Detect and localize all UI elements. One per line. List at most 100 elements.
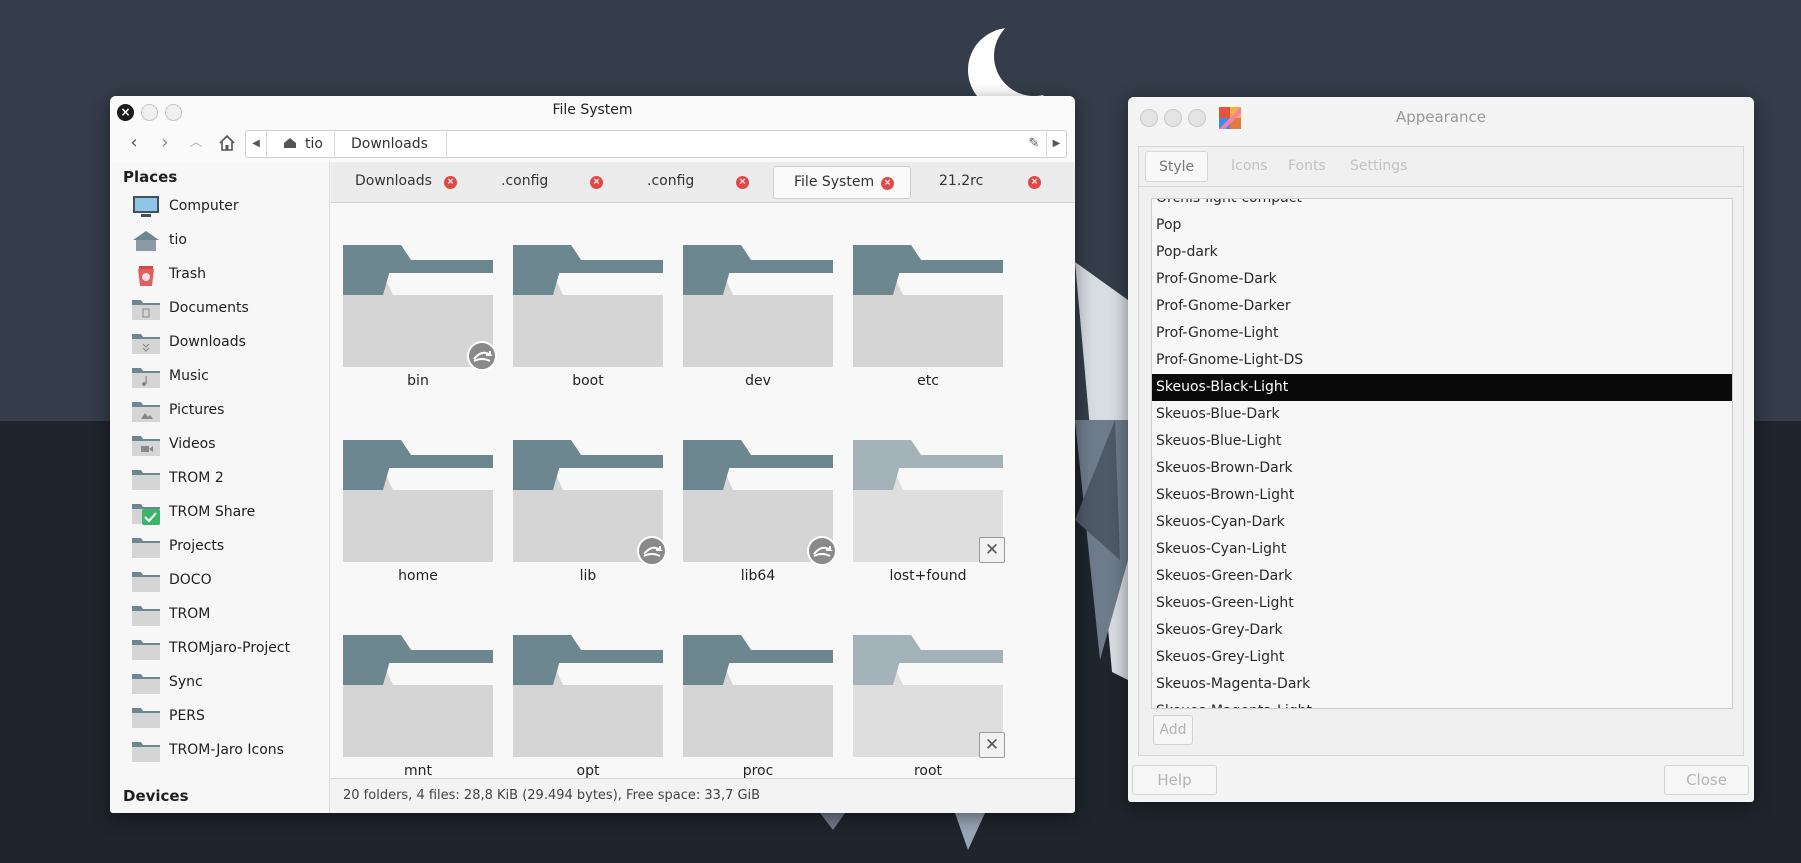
theme-item[interactable]: Skeuos-Magenta-Light — [1152, 698, 1732, 708]
theme-item[interactable]: Skeuos-Magenta-Dark — [1152, 671, 1732, 698]
sidebar-item-downloads[interactable]: Downloads — [132, 329, 328, 359]
sidebar-item-documents[interactable]: Documents — [132, 295, 328, 325]
theme-item[interactable]: Skeuos-Blue-Light — [1152, 428, 1732, 455]
tab-close-icon[interactable]: × — [444, 176, 457, 189]
tab-config-1[interactable]: .config × — [481, 166, 619, 199]
sidebar-item-pers[interactable]: PERS — [132, 703, 328, 733]
theme-item[interactable]: Orchis-light-compact — [1152, 199, 1732, 212]
tab-close-icon[interactable]: × — [590, 176, 603, 189]
folder-mnt[interactable]: mnt — [343, 635, 493, 778]
folder-lib[interactable]: lib — [513, 440, 667, 600]
up-arrow-icon[interactable]: ︿ — [183, 130, 209, 156]
theme-list[interactable]: Orchis-light-compact Pop Pop-dark Prof-Gnom… — [1151, 198, 1733, 709]
sidebar-item-computer[interactable]: Computer — [132, 193, 328, 223]
edit-path-icon[interactable]: ✎ — [1024, 131, 1044, 157]
folder-label: mnt — [404, 763, 432, 778]
folder-label: lib64 — [740, 568, 776, 584]
folder-icon — [132, 637, 160, 661]
folder-root[interactable]: ✕ root — [853, 635, 1005, 778]
folder-videos-icon — [132, 433, 160, 457]
sidebar-item-trom-jaro-icons[interactable]: TROM-Jaro Icons — [132, 737, 328, 767]
theme-item[interactable]: Skeuos-Grey-Light — [1152, 644, 1732, 671]
home-icon[interactable] — [214, 130, 240, 156]
tab-icons[interactable]: Icons — [1218, 151, 1281, 182]
theme-item[interactable]: Skeuos-Brown-Light — [1152, 482, 1732, 509]
sidebar-item-sync[interactable]: Sync — [132, 669, 328, 699]
sidebar-item-label: tio — [169, 232, 187, 248]
folder-documents-icon — [132, 297, 160, 321]
tab-file-system-3[interactable]: File System × — [773, 166, 911, 199]
add-theme-button[interactable]: Add — [1153, 715, 1193, 745]
theme-item[interactable]: Prof-Gnome-Darker — [1152, 293, 1732, 320]
sidebar-item-trom-2[interactable]: TROM 2 — [132, 465, 328, 495]
theme-item[interactable]: Prof-Gnome-Light — [1152, 320, 1732, 347]
path-segment-home[interactable]: tio — [266, 131, 339, 157]
theme-item[interactable]: Skeuos-Brown-Dark — [1152, 455, 1732, 482]
theme-item[interactable]: Pop-dark — [1152, 239, 1732, 266]
sidebar-item-label: Sync — [169, 674, 203, 690]
sidebar: Places Computer tio Trash Documents Download… — [110, 162, 330, 813]
folder-icon — [683, 245, 833, 367]
theme-item[interactable]: Skeuos-Green-Light — [1152, 590, 1732, 617]
sidebar-item-trom[interactable]: TROM — [132, 601, 328, 631]
theme-item[interactable]: Prof-Gnome-Dark — [1152, 266, 1732, 293]
tab-downloads-0[interactable]: Downloads × — [335, 166, 473, 199]
folder-downloads-icon — [132, 331, 160, 355]
path-bar: ◀ tio Downloads ✎ ▶ — [245, 130, 1067, 158]
folder-bin[interactable]: bin — [343, 245, 497, 405]
theme-item[interactable]: Pop — [1152, 212, 1732, 239]
sidebar-item-label: TROM — [169, 606, 211, 622]
sidebar-item-label: PERS — [169, 708, 205, 724]
theme-item[interactable]: Skeuos-Blue-Dark — [1152, 401, 1732, 428]
help-button[interactable]: Help — [1132, 765, 1217, 795]
theme-item[interactable]: Skeuos-Cyan-Dark — [1152, 509, 1732, 536]
folder-proc[interactable]: proc — [683, 635, 833, 778]
theme-item[interactable]: Skeuos-Black-Light — [1152, 374, 1732, 401]
theme-item[interactable]: Skeuos-Grey-Dark — [1152, 617, 1732, 644]
tab-close-icon[interactable]: × — [1028, 176, 1041, 189]
sidebar-item-label: Computer — [169, 198, 239, 214]
sidebar-item-trom-share[interactable]: TROM Share — [132, 499, 328, 529]
tab-21-2rc-4[interactable]: 21.2rc × — [919, 166, 1057, 199]
appearance-tab-bar: Style Icons Fonts Settings — [1139, 147, 1743, 187]
folder-etc[interactable]: etc — [853, 245, 1003, 405]
tab-fonts[interactable]: Fonts — [1275, 151, 1339, 182]
folder-label: etc — [917, 373, 939, 389]
folder-lib64[interactable]: lib64 — [683, 440, 837, 600]
folder-icon — [132, 705, 160, 729]
folder-label: home — [398, 568, 438, 584]
tab-bar: Downloads × .config × .config × File System × 21… — [331, 162, 1075, 203]
folder-icon — [132, 569, 160, 593]
folder-opt[interactable]: opt — [513, 635, 663, 778]
folder-label: root — [913, 763, 943, 778]
folder-icon — [132, 535, 160, 559]
folder-lost-found[interactable]: ✕ lost+found — [853, 440, 1005, 600]
tab-config-2[interactable]: .config × — [627, 166, 765, 199]
theme-item[interactable]: Prof-Gnome-Light-DS — [1152, 347, 1732, 374]
folder-dev[interactable]: dev — [683, 245, 833, 405]
path-segment-downloads[interactable]: Downloads — [334, 131, 447, 157]
sidebar-item-tromjaro-project[interactable]: TROMjaro-Project — [132, 635, 328, 665]
path-scroll-right-icon[interactable]: ▶ — [1046, 131, 1066, 157]
close-button[interactable]: Close — [1664, 765, 1749, 795]
path-scroll-left-icon[interactable]: ◀ — [246, 131, 266, 157]
tab-style[interactable]: Style — [1145, 151, 1209, 182]
sidebar-item-projects[interactable]: Projects — [132, 533, 328, 563]
folder-icon — [513, 635, 663, 757]
tab-settings[interactable]: Settings — [1337, 151, 1420, 182]
tab-close-icon[interactable]: × — [881, 177, 894, 190]
folder-label: lost+found — [889, 568, 967, 584]
theme-item[interactable]: Skeuos-Green-Dark — [1152, 563, 1732, 590]
sidebar-item-trash[interactable]: Trash — [132, 261, 328, 291]
tab-close-icon[interactable]: × — [736, 176, 749, 189]
sidebar-item-tio[interactable]: tio — [132, 227, 328, 257]
sidebar-item-doco[interactable]: DOCO — [132, 567, 328, 597]
folder-home[interactable]: home — [343, 440, 493, 600]
sidebar-item-pictures[interactable]: Pictures — [132, 397, 328, 427]
theme-item[interactable]: Skeuos-Cyan-Light — [1152, 536, 1732, 563]
forward-arrow-icon[interactable]: › — [152, 130, 178, 156]
folder-boot[interactable]: boot — [513, 245, 663, 405]
sidebar-item-music[interactable]: Music — [132, 363, 328, 393]
sidebar-item-videos[interactable]: Videos — [132, 431, 328, 461]
back-arrow-icon[interactable]: ‹ — [121, 130, 147, 156]
